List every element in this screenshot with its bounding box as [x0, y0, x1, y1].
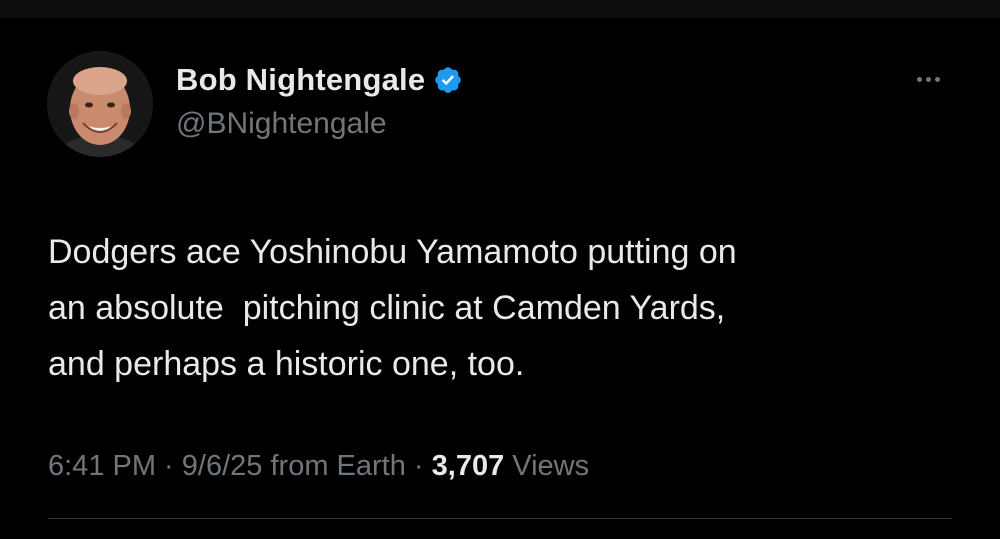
- tweet-text-line: an absolute pitching clinic at Camden Ya…: [48, 289, 726, 327]
- views-label[interactable]: Views: [512, 450, 589, 482]
- views-count[interactable]: 3,707: [432, 450, 505, 482]
- tweet-date[interactable]: 9/6/25: [182, 450, 263, 482]
- tweet-text: Dodgers ace Yoshinobu Yamamoto putting o…: [48, 224, 948, 392]
- author-handle[interactable]: @BNightengale: [176, 107, 387, 141]
- author-display-name[interactable]: Bob Nightengale: [176, 62, 425, 98]
- author-name-row[interactable]: Bob Nightengale: [176, 60, 463, 100]
- more-horizontal-icon: [916, 76, 922, 82]
- top-bar: [0, 0, 1000, 18]
- verified-badge-icon[interactable]: [433, 65, 463, 95]
- avatar[interactable]: [47, 51, 153, 157]
- tweet-text-line: and perhaps a historic one, too.: [48, 345, 525, 383]
- tweet-metadata: 6:41 PM · 9/6/25 from Earth · 3,707 View…: [48, 450, 589, 483]
- tweet-text-line: Dodgers ace Yoshinobu Yamamoto putting o…: [48, 233, 737, 271]
- meta-separator: ·: [156, 450, 182, 482]
- tweet-detail: Bob Nightengale @BNightengale Dodgers ac…: [0, 18, 1000, 539]
- divider: [48, 518, 952, 519]
- tweet-time[interactable]: 6:41 PM: [48, 450, 156, 482]
- tweet-source: from Earth: [270, 450, 406, 482]
- meta-separator: ·: [405, 450, 432, 482]
- more-options-button[interactable]: [906, 64, 950, 94]
- avatar-image: [47, 51, 153, 157]
